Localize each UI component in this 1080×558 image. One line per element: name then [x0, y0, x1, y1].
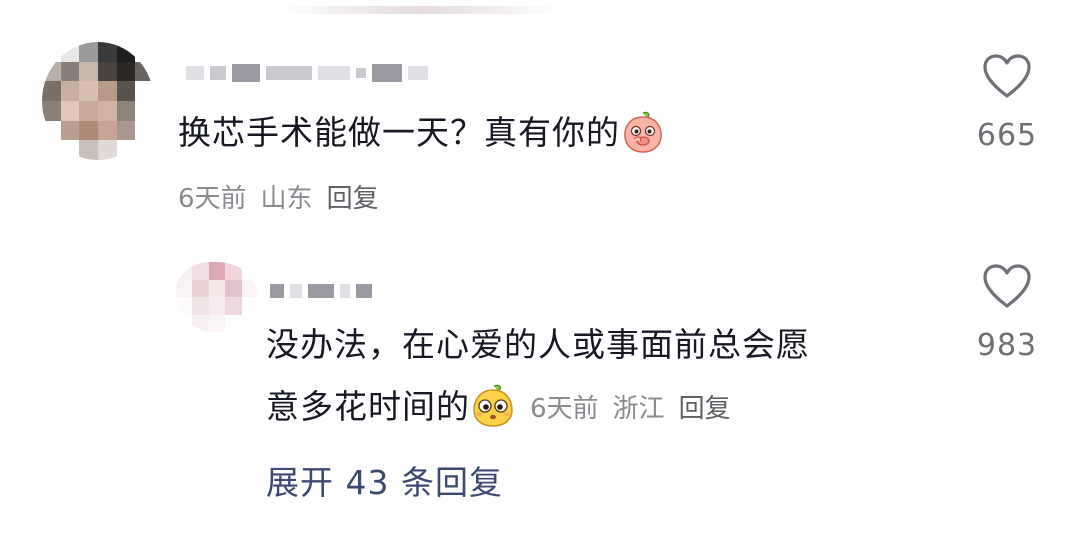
mosaic-pixel	[97, 42, 117, 62]
mosaic-pixel	[97, 61, 117, 82]
mosaic-pixel	[79, 100, 98, 121]
mosaic-pixel	[97, 81, 117, 101]
reply-location: 浙江	[612, 393, 665, 424]
mosaic-pixel	[208, 297, 226, 315]
reply-like-count: 983	[976, 328, 1038, 363]
expand-replies-button[interactable]: 展开 43 条回复	[266, 458, 503, 508]
mosaic-pixel	[79, 140, 98, 160]
mosaic-pixel	[176, 297, 193, 315]
mosaic-pixel	[135, 42, 154, 62]
mosaic-pixel	[42, 100, 61, 121]
mosaic-pixel	[225, 297, 242, 315]
mosaic-pixel	[79, 81, 98, 101]
like-button[interactable]: 665	[962, 52, 1052, 153]
mosaic-pixel	[225, 279, 242, 297]
mosaic-pixel	[60, 100, 80, 121]
mosaic-pixel	[135, 120, 154, 141]
heart-icon[interactable]	[981, 262, 1033, 310]
mosaic-pixel	[135, 140, 154, 160]
yellow-mango-face-emoji	[473, 384, 513, 427]
mosaic-pixel	[42, 81, 61, 101]
mosaic-pixel	[176, 314, 193, 332]
mosaic-pixel	[176, 279, 193, 297]
reply-avatar[interactable]	[176, 262, 258, 332]
top-divider-fade	[280, 6, 560, 14]
mosaic-pixel	[241, 279, 258, 297]
mosaic-pixel	[135, 61, 154, 82]
reply-button[interactable]: 回复	[327, 178, 379, 215]
username-redacted[interactable]	[186, 64, 428, 82]
mosaic-pixel	[192, 279, 209, 297]
mosaic-pixel	[79, 120, 98, 141]
peach-covering-mouth-emoji	[624, 111, 662, 153]
reply-text-line-2: 意多花时间的 6天前 浙江 回复	[266, 372, 731, 444]
mosaic-pixel	[192, 314, 209, 332]
mosaic-pixel	[97, 140, 117, 160]
reply-meta: 6天前 浙江 回复	[530, 374, 731, 444]
mosaic-pixel	[116, 120, 136, 141]
mosaic-pixel	[241, 314, 258, 332]
mosaic-pixel	[60, 81, 80, 101]
reply-time: 6天前	[530, 393, 599, 424]
mosaic-pixel	[116, 140, 136, 160]
mosaic-pixel	[208, 262, 226, 280]
mosaic-pixel	[116, 61, 136, 82]
mosaic-pixel	[241, 262, 258, 280]
mosaic-pixel	[176, 262, 193, 280]
mosaic-pixel	[116, 42, 136, 62]
mosaic-pixel	[225, 262, 242, 280]
mosaic-pixel	[60, 42, 80, 62]
mosaic-pixel	[208, 314, 226, 332]
comment-body: 换芯手术能做一天？真有你的	[178, 113, 620, 152]
reply-text-line-1: 没办法，在心爱的人或事面前总会愿	[266, 325, 810, 364]
mosaic-pixel	[208, 279, 226, 297]
mosaic-pixel	[79, 42, 98, 62]
mosaic-pixel	[79, 61, 98, 82]
mosaic-pixel	[241, 297, 258, 315]
mosaic-pixel	[60, 61, 80, 82]
mosaic-pixel	[42, 140, 61, 160]
reply-like-button[interactable]: 983	[962, 262, 1052, 363]
heart-icon[interactable]	[981, 52, 1033, 100]
mosaic-pixel	[42, 61, 61, 82]
reply-username-redacted[interactable]	[270, 284, 372, 298]
like-count: 665	[976, 118, 1038, 153]
mosaic-pixel	[97, 120, 117, 141]
mosaic-pixel	[135, 81, 154, 101]
comment-meta: 6天前 山东 回复	[178, 178, 379, 215]
reply-to-reply-button[interactable]: 回复	[679, 374, 731, 444]
mosaic-pixel	[135, 100, 154, 121]
mosaic-pixel	[192, 262, 209, 280]
mosaic-pixel	[97, 100, 117, 121]
mosaic-pixel	[42, 120, 61, 141]
comment-location: 山东	[260, 184, 313, 214]
mosaic-pixel	[116, 100, 136, 121]
mosaic-pixel	[116, 81, 136, 101]
mosaic-pixel	[60, 120, 80, 141]
comment-time: 6天前	[178, 184, 247, 214]
comment-text: 换芯手术能做一天？真有你的	[178, 98, 666, 168]
mosaic-pixel	[60, 140, 80, 160]
mosaic-pixel	[192, 297, 209, 315]
avatar[interactable]	[42, 42, 154, 160]
reply-body-end: 意多花时间的	[266, 387, 470, 426]
mosaic-pixel	[225, 314, 242, 332]
mosaic-pixel	[42, 42, 61, 62]
